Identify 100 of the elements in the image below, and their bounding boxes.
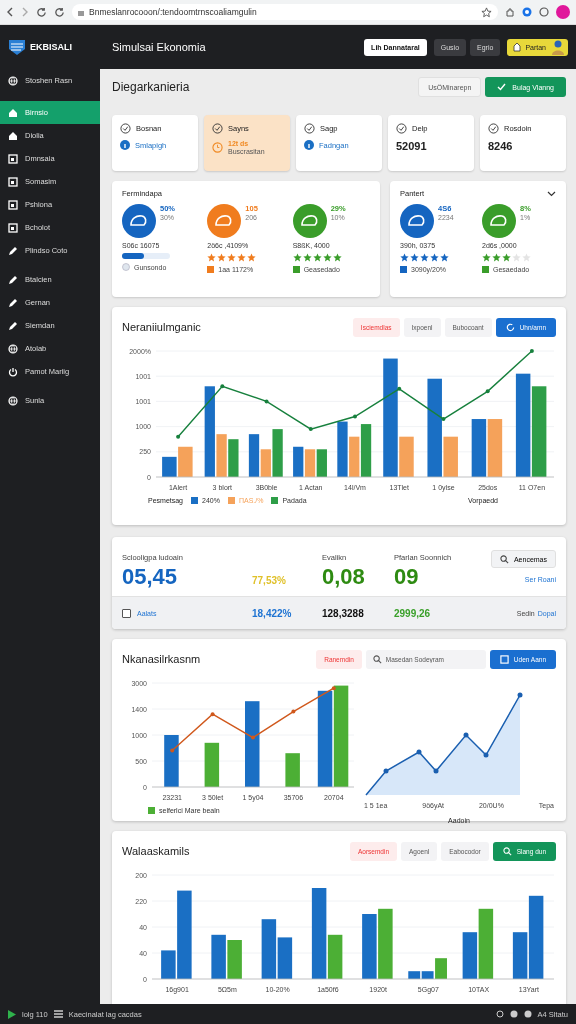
back-icon[interactable] — [6, 7, 14, 17]
globe-icon — [8, 395, 18, 406]
check-icon — [497, 83, 507, 91]
circle-icon[interactable] — [509, 1010, 518, 1018]
star-icon — [410, 253, 419, 262]
circle-icon — [304, 123, 315, 134]
star-icon — [430, 253, 439, 262]
star-icon — [217, 253, 227, 262]
globe-icon — [8, 75, 18, 86]
info-icon — [304, 140, 314, 150]
star-icon — [237, 253, 247, 262]
circle-icon[interactable] — [539, 7, 549, 17]
home-icon — [513, 42, 522, 52]
chart-bar — [164, 735, 179, 787]
avatar-icon — [550, 39, 566, 55]
clock-icon — [212, 142, 223, 153]
summary-value: 128,3288 — [322, 607, 365, 619]
chart-bar — [487, 419, 503, 477]
stat-value: 8246 — [488, 140, 514, 152]
chart-bar — [261, 919, 277, 979]
metric-value: 05,45 — [122, 563, 179, 590]
progress-bar — [122, 253, 170, 259]
page-title: Diegarkanieria — [112, 80, 190, 94]
star-icon — [332, 253, 342, 262]
star-icon — [482, 253, 491, 262]
chart-bar — [471, 419, 487, 477]
globe-icon — [8, 343, 18, 354]
search-icon — [502, 846, 512, 856]
avatar-icon[interactable] — [556, 5, 570, 19]
star-icon — [292, 253, 302, 262]
circle-icon[interactable] — [522, 7, 532, 17]
star-icon — [312, 253, 322, 262]
chart-bar — [316, 449, 327, 477]
reload-icon[interactable] — [36, 6, 47, 18]
square-icon — [8, 199, 18, 210]
star-icon — [247, 253, 257, 262]
star-icon — [512, 253, 521, 262]
chart-bar — [293, 446, 304, 477]
star-icon — [522, 253, 531, 262]
circle-icon — [396, 123, 407, 134]
circle-icon — [120, 123, 131, 134]
power-icon — [8, 366, 18, 377]
chart-bar — [211, 934, 226, 979]
app-logo: EKBISALI — [30, 42, 72, 52]
metric-value: 77,53% — [252, 574, 287, 588]
chart-bar — [362, 914, 377, 979]
chart-bar — [285, 753, 300, 787]
chart-bar — [360, 424, 372, 477]
checkbox[interactable] — [122, 608, 131, 618]
square-icon — [8, 176, 18, 187]
chart-title: Nkanasilrkasnm — [122, 653, 201, 665]
pen-icon — [8, 274, 18, 285]
pen-icon — [8, 297, 18, 308]
square-icon — [400, 266, 407, 273]
play-icon[interactable] — [8, 1009, 16, 1019]
refresh-icon — [505, 322, 515, 332]
star-icon — [227, 253, 237, 262]
circle-icon — [212, 123, 223, 134]
summary-value: 2999,26 — [394, 607, 432, 619]
star-icon[interactable] — [481, 6, 492, 18]
home-icon — [8, 130, 18, 141]
chart-title: Walaaskamils — [122, 845, 190, 857]
home-icon — [8, 107, 18, 118]
stat-value: 52091 — [396, 140, 428, 152]
chart-bar — [277, 937, 293, 979]
pen-icon — [8, 245, 18, 256]
extension-icon[interactable] — [505, 7, 515, 17]
square-icon — [8, 222, 18, 233]
metric-value: 0,08 — [322, 563, 366, 590]
chart-bar — [378, 908, 393, 979]
square-icon — [499, 654, 509, 664]
chart-bar — [204, 742, 220, 787]
circle-icon — [122, 263, 130, 271]
square-icon — [292, 266, 300, 273]
square-icon — [8, 153, 18, 164]
shield-icon — [8, 38, 26, 56]
app-title: Simulsai Ekonomia — [112, 41, 207, 53]
circle-icon — [488, 123, 499, 134]
star-icon — [207, 253, 217, 262]
square-icon — [207, 266, 215, 273]
pen-icon — [8, 320, 18, 331]
chart-bar — [304, 449, 316, 477]
metric-value: 09 — [394, 563, 420, 590]
chart-bar — [349, 436, 360, 477]
lock-icon — [78, 8, 84, 16]
circle-icon[interactable] — [523, 1010, 532, 1018]
chart-bar — [228, 439, 239, 477]
star-icon — [302, 253, 312, 262]
square-icon — [482, 266, 489, 273]
search-icon — [372, 654, 382, 664]
chevron-icon[interactable] — [547, 190, 556, 197]
star-icon — [400, 253, 409, 262]
chart-bar — [227, 940, 242, 979]
reload-icon[interactable] — [54, 6, 65, 18]
list-icon[interactable] — [53, 1010, 63, 1018]
star-icon — [492, 253, 501, 262]
info-icon — [120, 140, 130, 150]
chart-title: Neraniiulmganic — [122, 321, 201, 333]
address-field[interactable]: Bnmeslanrocooon/:tendoomtrnscoaliamgulin — [72, 4, 498, 20]
summary-value: 18,422% — [252, 607, 293, 619]
